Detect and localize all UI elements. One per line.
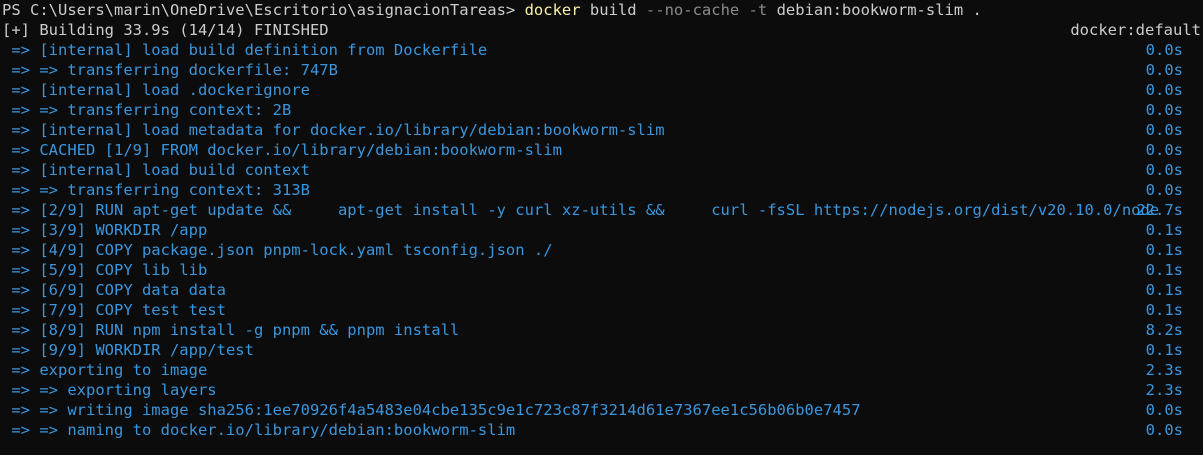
build-context: docker:default bbox=[1070, 21, 1201, 39]
build-step-time: 8.2s bbox=[1145, 321, 1183, 339]
build-step-time: 0.1s bbox=[1145, 261, 1183, 279]
build-step-text: => => transferring context: 2B bbox=[2, 101, 292, 119]
build-step-line: => => writing image sha256:1ee70926f4a54… bbox=[0, 400, 1203, 420]
command-name: docker bbox=[524, 1, 581, 19]
build-step-line: => [5/9] COPY lib lib 0.1s bbox=[0, 260, 1203, 280]
build-step-time: 22.7s bbox=[1136, 201, 1183, 219]
build-step-line: => [4/9] COPY package.json pnpm-lock.yam… bbox=[0, 240, 1203, 260]
build-status-text: [+] Building 33.9s (14/14) FINISHED bbox=[2, 21, 329, 39]
build-step-time: 0.0s bbox=[1145, 61, 1183, 79]
build-step-text: => [internal] load .dockerignore bbox=[2, 81, 310, 99]
build-step-line: => [2/9] RUN apt-get update && apt-get i… bbox=[0, 200, 1203, 220]
build-step-time: 0.0s bbox=[1145, 161, 1183, 179]
build-step-time: 0.0s bbox=[1145, 421, 1183, 439]
command-argument: debian:bookworm-slim . bbox=[767, 1, 982, 19]
build-step-text: => => naming to docker.io/library/debian… bbox=[2, 421, 516, 439]
build-step-line: => => transferring context: 2B 0.0s bbox=[0, 100, 1203, 120]
build-step-time: 0.0s bbox=[1145, 141, 1183, 159]
build-step-time: 0.1s bbox=[1145, 281, 1183, 299]
build-step-text: => => transferring dockerfile: 747B bbox=[2, 61, 338, 79]
build-step-text: => [5/9] COPY lib lib bbox=[2, 261, 208, 279]
build-step-time: 0.0s bbox=[1145, 41, 1183, 59]
build-step-text: => [6/9] COPY data data bbox=[2, 281, 226, 299]
terminal-window[interactable]: PS C:\Users\marin\OneDrive\Escritorio\as… bbox=[0, 0, 1203, 455]
build-step-line: => CACHED [1/9] FROM docker.io/library/d… bbox=[0, 140, 1203, 160]
build-step-time: 2.3s bbox=[1145, 361, 1183, 379]
build-step-text: => [internal] load metadata for docker.i… bbox=[2, 121, 665, 139]
build-step-text: => [9/9] WORKDIR /app/test bbox=[2, 341, 254, 359]
build-step-text: => [8/9] RUN npm install -g pnpm && pnpm… bbox=[2, 321, 460, 339]
build-step-line: => [internal] load build definition from… bbox=[0, 40, 1203, 60]
build-step-line: => => exporting layers 2.3s bbox=[0, 380, 1203, 400]
build-step-line: => exporting to image 2.3s bbox=[0, 360, 1203, 380]
build-step-line: => => transferring dockerfile: 747B 0.0s bbox=[0, 60, 1203, 80]
build-step-time: 0.1s bbox=[1145, 301, 1183, 319]
build-step-line: => [8/9] RUN npm install -g pnpm && pnpm… bbox=[0, 320, 1203, 340]
build-step-time: 0.1s bbox=[1145, 241, 1183, 259]
build-step-time: 0.1s bbox=[1145, 221, 1183, 239]
prompt-line: PS C:\Users\marin\OneDrive\Escritorio\as… bbox=[0, 0, 1203, 20]
build-step-text: => => transferring context: 313B bbox=[2, 181, 310, 199]
build-step-text: => [7/9] COPY test test bbox=[2, 301, 226, 319]
build-step-line: => [internal] load .dockerignore 0.0s bbox=[0, 80, 1203, 100]
build-step-time: 0.0s bbox=[1145, 121, 1183, 139]
build-step-time: 0.0s bbox=[1145, 181, 1183, 199]
build-step-time: 0.0s bbox=[1145, 101, 1183, 119]
build-step-line: => => naming to docker.io/library/debian… bbox=[0, 420, 1203, 440]
build-step-line: => [9/9] WORKDIR /app/test 0.1s bbox=[0, 340, 1203, 360]
build-step-line: => [6/9] COPY data data 0.1s bbox=[0, 280, 1203, 300]
build-step-time: 0.0s bbox=[1145, 401, 1183, 419]
build-step-text: => => exporting layers bbox=[2, 381, 217, 399]
build-step-text: => [2/9] RUN apt-get update && apt-get i… bbox=[2, 201, 1160, 219]
build-step-time: 0.1s bbox=[1145, 341, 1183, 359]
build-step-line: => [internal] load build context 0.0s bbox=[0, 160, 1203, 180]
build-step-line: => [internal] load metadata for docker.i… bbox=[0, 120, 1203, 140]
build-step-text: => CACHED [1/9] FROM docker.io/library/d… bbox=[2, 141, 562, 159]
build-step-text: => [internal] load build definition from… bbox=[2, 41, 488, 59]
build-step-line: => => transferring context: 313B 0.0s bbox=[0, 180, 1203, 200]
build-steps-list: => [internal] load build definition from… bbox=[0, 40, 1203, 440]
build-status-line: [+] Building 33.9s (14/14) FINISHED docke… bbox=[0, 20, 1203, 40]
command-flags: --no-cache -t bbox=[645, 1, 768, 19]
build-step-line: => [3/9] WORKDIR /app 0.1s bbox=[0, 220, 1203, 240]
build-step-text: => => writing image sha256:1ee70926f4a54… bbox=[2, 401, 861, 419]
build-step-time: 2.3s bbox=[1145, 381, 1183, 399]
build-step-text: => [3/9] WORKDIR /app bbox=[2, 221, 208, 239]
build-step-text: => [4/9] COPY package.json pnpm-lock.yam… bbox=[2, 241, 553, 259]
build-step-line: => [7/9] COPY test test 0.1s bbox=[0, 300, 1203, 320]
build-step-text: => exporting to image bbox=[2, 361, 208, 379]
prompt-path: PS C:\Users\marin\OneDrive\Escritorio\as… bbox=[2, 1, 525, 19]
build-step-time: 0.0s bbox=[1145, 81, 1183, 99]
build-step-text: => [internal] load build context bbox=[2, 161, 310, 179]
command-subcommand: build bbox=[580, 1, 646, 19]
